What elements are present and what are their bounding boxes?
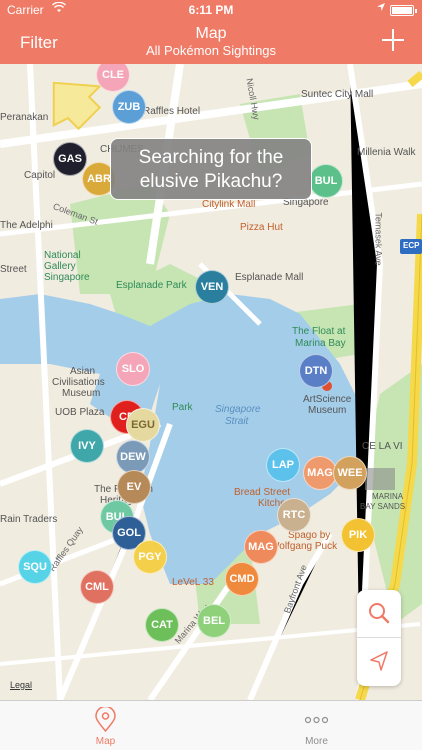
map-label-esplanade-park: Esplanade Park — [116, 280, 187, 291]
pokemon-pin[interactable]: MAG — [303, 456, 337, 490]
pokemon-pin[interactable]: GAS — [53, 142, 87, 176]
pokemon-pin[interactable]: RTC — [277, 498, 311, 532]
tab-map-label: Map — [95, 736, 116, 747]
pokemon-pin[interactable]: SLO — [116, 352, 150, 386]
pokemon-pin[interactable]: CAT — [145, 608, 179, 642]
map-label-millenia: Millenia Walk — [357, 147, 416, 158]
map-label-street: Street — [0, 264, 27, 275]
toast-line-2: elusive Pikachu? — [139, 171, 283, 192]
pokemon-pin[interactable]: PIK — [341, 518, 375, 552]
battery-icon — [390, 5, 417, 16]
toast-line-1: Searching for the — [138, 147, 284, 168]
map-label-rain-traders: Rain Traders — [0, 514, 58, 525]
tab-more[interactable]: More — [211, 701, 422, 750]
search-icon[interactable] — [357, 590, 401, 637]
pokemon-pin[interactable]: SQU — [18, 550, 52, 584]
pokemon-pin[interactable]: BEL — [197, 604, 231, 638]
more-dots-icon — [211, 707, 422, 733]
pokemon-pin[interactable]: VEN — [195, 270, 229, 304]
page-title: Map — [195, 25, 227, 42]
tab-map[interactable]: Map — [0, 701, 211, 750]
clock: 6:11 PM — [188, 3, 234, 17]
map-label-strait-1: Singapore — [215, 404, 261, 415]
map-label-strait-2: Strait — [225, 416, 249, 427]
pokemon-pin[interactable]: WEE — [333, 456, 367, 490]
map-view[interactable]: Raffles Hotel Suntec City Mall Millenia … — [0, 64, 422, 700]
map-label-ecp: ECP — [403, 241, 420, 250]
map-label-capitol: Capitol — [24, 170, 56, 181]
pokemon-pin[interactable]: EGU — [126, 408, 160, 442]
pokemon-pin[interactable]: CML — [80, 570, 114, 604]
map-label-float-1: The Float at — [292, 326, 346, 337]
pokemon-pin[interactable]: ZUB — [112, 90, 146, 124]
map-label-national-gallery: National Gallery Singapore — [44, 250, 90, 283]
legal-link[interactable]: Legal — [10, 680, 32, 690]
pokemon-pin[interactable]: PGY — [133, 540, 167, 574]
map-label-esplanade-mall: Esplanade Mall — [235, 272, 304, 283]
pokemon-pin[interactable]: DEW — [116, 440, 150, 474]
map-label-asian-3: Museum — [62, 388, 101, 399]
map-label-asian-1: Asian — [70, 366, 96, 377]
map-label-bread-street: Bread Street — [234, 487, 291, 498]
map-label-mbs-2: BAY SANDS — [360, 502, 406, 511]
map-label-asian-2: Civilisations — [52, 377, 105, 388]
tab-bar: Map More — [0, 700, 422, 750]
map-label-uob: UOB Plaza — [55, 407, 105, 418]
map-label-level33: LeVeL 33 — [172, 577, 214, 588]
page-subtitle: All Pokémon Sightings — [145, 43, 277, 58]
map-label-pizza-hut: Pizza Hut — [240, 222, 283, 233]
pokemon-pin[interactable]: BUL — [309, 164, 343, 198]
map-label-temasek: Temasek Ave — [373, 212, 384, 266]
location-arrow-icon[interactable] — [357, 638, 401, 685]
map-label-spago-2: Wolfgang Puck — [270, 541, 338, 552]
map-label-float-2: Marina Bay — [295, 338, 346, 349]
pokemon-pin[interactable]: LAP — [266, 448, 300, 482]
map-label-citylink: Citylink Mall — [202, 199, 256, 210]
map-label-artscience-1: ArtScience — [303, 394, 352, 405]
pokemon-pin[interactable]: MAG — [244, 530, 278, 564]
pokemon-pin[interactable]: CMD — [225, 562, 259, 596]
location-services-icon — [376, 2, 386, 15]
map-label-cela: CE LA VI — [362, 441, 403, 452]
navigation-bar: Carrier 6:11 PM Filter Map All Pokémon S… — [0, 0, 422, 64]
map-label-park: Park — [172, 402, 193, 413]
map-label-adelphi: The Adelphi — [0, 220, 53, 231]
plus-icon[interactable] — [380, 27, 406, 53]
map-label-mbs-1: MARINA — [372, 492, 404, 501]
status-bar: Carrier 6:11 PM — [0, 0, 422, 20]
map-controls — [357, 590, 401, 686]
map-label-suntec: Suntec City Mall — [301, 89, 374, 100]
pokemon-pin[interactable]: IVY — [70, 429, 104, 463]
pokemon-pin[interactable]: EV — [117, 470, 151, 504]
map-label-raffles-hotel: Raffles Hotel — [143, 106, 201, 117]
map-label-artscience-2: Museum — [308, 405, 347, 416]
tab-more-label: More — [305, 736, 328, 747]
map-pin-icon — [0, 705, 211, 733]
map-label-peranakan: Peranakan — [0, 112, 49, 123]
pokemon-pin[interactable]: DTN — [299, 354, 333, 388]
search-toast: Searching for the elusive Pikachu? — [110, 138, 312, 200]
